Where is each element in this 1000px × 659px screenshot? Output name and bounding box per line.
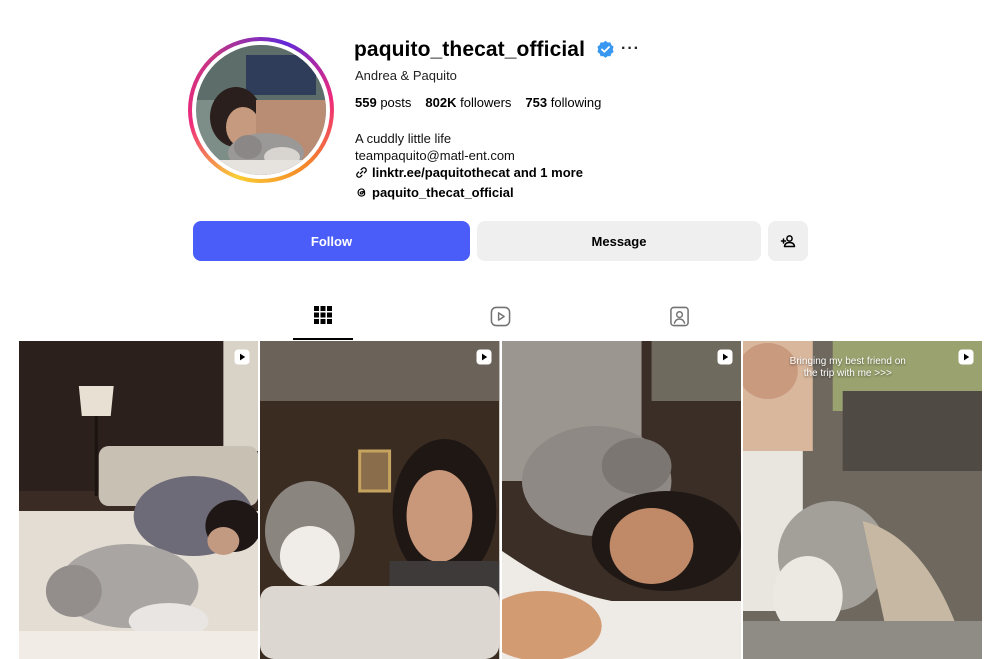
followers-stat[interactable]: 802K followers [425,95,511,110]
profile-stats: 559 posts 802K followers 753 following [355,95,601,110]
posts-stat: 559 posts [355,95,411,110]
posts-label: posts [380,95,412,110]
post-tile[interactable] [19,341,259,659]
link-icon [356,167,367,178]
reels-icon [490,306,510,327]
bio-text: A cuddly little life [355,131,452,146]
bio: A cuddly little life teampaquito@matl-en… [355,130,515,164]
post-tile[interactable] [501,341,741,659]
post-tile[interactable]: Bringing my best friend on the trip with… [742,341,982,659]
post-overlay-text: Bringing my best friend on the trip with… [789,356,906,379]
story-ring[interactable] [188,37,334,183]
threads-handle[interactable]: paquito_thecat_official [372,185,514,200]
more-options-button[interactable]: ··· [621,40,640,58]
grid-icon [314,306,332,324]
post-thumbnail [742,341,982,659]
post-tile[interactable] [260,341,500,659]
reel-icon [234,349,250,365]
posts-grid: Bringing my best friend on the trip with… [19,341,982,659]
threads-icon [357,188,366,197]
followers-count: 802K [425,95,457,110]
posts-count: 559 [355,95,377,110]
full-name: Andrea & Paquito [355,68,457,83]
post-thumbnail [501,341,741,659]
following-count: 753 [525,95,548,110]
username: paquito_thecat_official [354,38,586,61]
tab-posts[interactable] [293,306,353,340]
followers-label: followers [460,95,512,110]
add-user-icon [780,235,796,248]
following-stat[interactable]: 753 following [525,95,601,110]
threads-link[interactable]: paquito_thecat_official [355,185,514,200]
verified-badge-icon [597,40,614,58]
post-thumbnail [19,341,259,659]
following-label: following [550,95,602,110]
message-button[interactable]: Message [477,221,761,261]
suggested-users-button[interactable] [768,221,808,261]
tagged-icon [669,306,689,327]
reel-icon [717,349,733,365]
reel-icon [958,349,974,365]
post-thumbnail [260,341,500,659]
tab-tagged[interactable] [649,306,709,340]
avatar[interactable] [196,45,326,175]
reel-icon [476,349,491,365]
tab-reels[interactable] [470,306,530,340]
follow-button[interactable]: Follow [193,221,470,261]
bio-link[interactable]: linktr.ee/paquitothecat and 1 more [355,165,583,180]
bio-link-text[interactable]: linktr.ee/paquitothecat and 1 more [372,165,583,180]
bio-email: teampaquito@matl-ent.com [355,148,515,163]
